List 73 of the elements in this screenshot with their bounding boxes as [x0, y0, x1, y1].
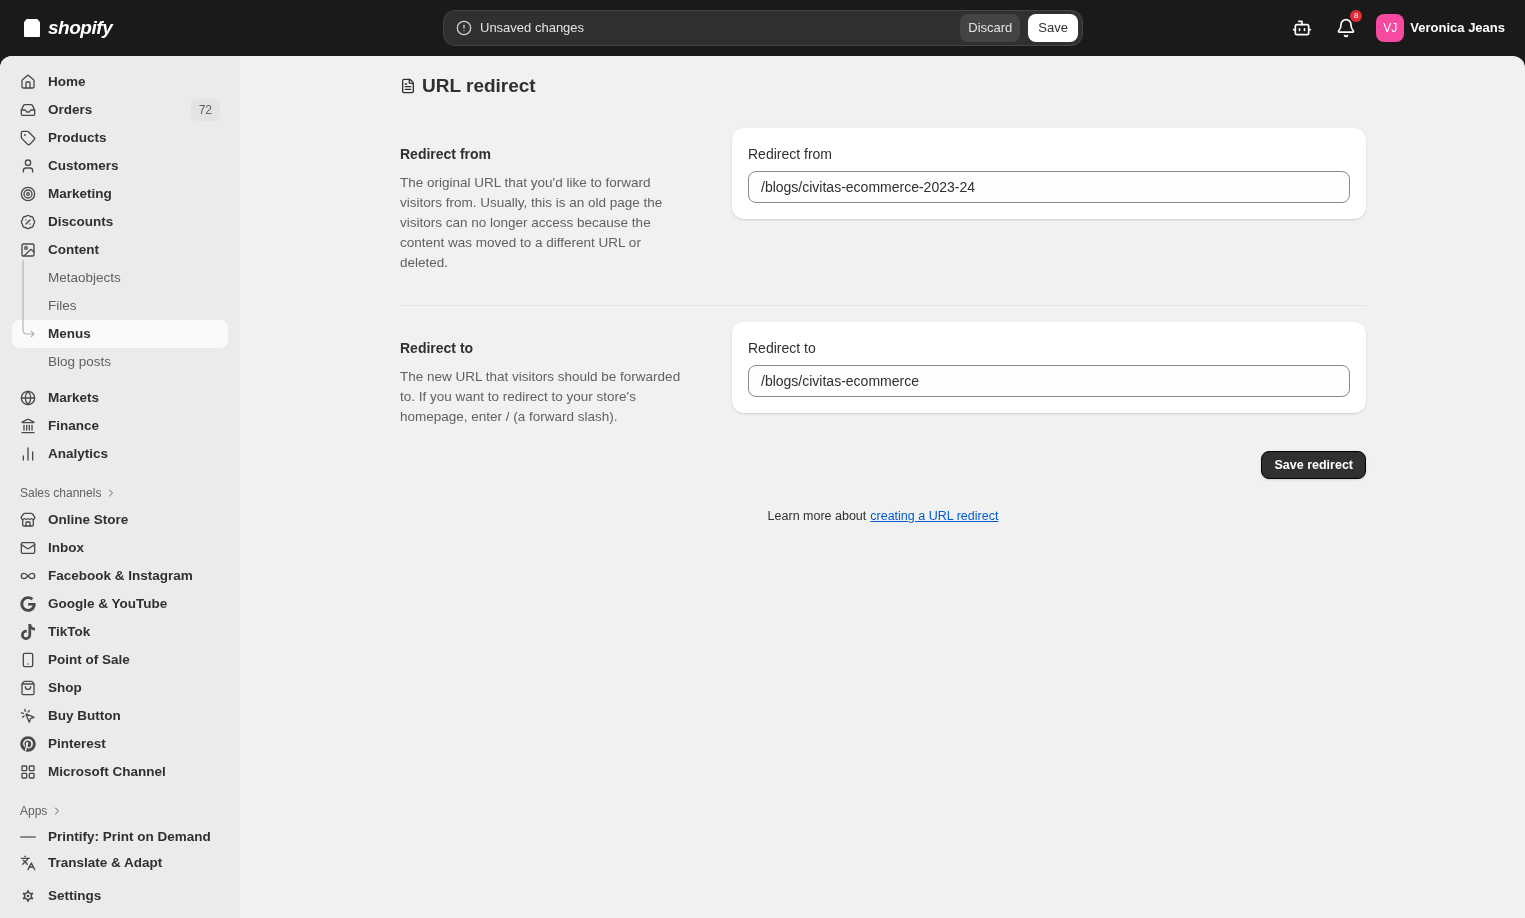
assistant-icon[interactable]: [1292, 18, 1313, 38]
sidebar-item[interactable]: Finance: [12, 412, 228, 440]
sidebar-item[interactable]: Shop: [12, 674, 228, 702]
image-icon: [20, 242, 36, 258]
help-text: Learn more about: [767, 508, 867, 525]
section-heading[interactable]: Sales channels: [12, 480, 228, 506]
sidebar-subitem[interactable]: Menus: [12, 320, 228, 348]
section-heading: Redirect from: [400, 145, 493, 164]
notification-count: 8: [1350, 10, 1363, 22]
section-heading: Redirect to: [400, 339, 475, 358]
percent-badge-icon: [20, 214, 36, 230]
field-label: Redirect to: [748, 339, 817, 358]
sidebar-item[interactable]: Discounts: [12, 208, 228, 236]
bag-icon: [20, 680, 36, 696]
house-icon: [20, 74, 36, 90]
p-letter-icon: [20, 736, 36, 752]
sidebar-subitem[interactable]: Files: [12, 292, 228, 320]
section-heading[interactable]: Apps: [12, 798, 228, 824]
sidebar-item[interactable]: Pinterest: [12, 730, 228, 758]
section-description: The new URL that visitors should be forwarded to. If you want to redirect to your store's homepage, enter / (a forward slash).: [400, 368, 682, 426]
envelope-icon: [20, 540, 36, 556]
sidebar-item[interactable]: Online Store: [12, 506, 228, 534]
translate-icon: [20, 855, 36, 871]
target-icon: [20, 186, 36, 202]
globe-icon: [20, 390, 36, 406]
input-field[interactable]: /blogs/civitas-ecommerce-2023-24: [748, 171, 1350, 203]
phone-icon: [20, 652, 36, 668]
sidebar-item[interactable]: Content: [12, 236, 228, 264]
sidebar-item[interactable]: Inbox: [12, 534, 228, 562]
sidebar-item[interactable]: Translate & Adapt: [12, 850, 228, 876]
section-description: The original URL that you'd like to forward visitors from. Usually, this is an old page the visitors can no longer access because the content was moved to a different URL or deleted.: [400, 174, 664, 272]
sidebar-item[interactable]: Customers: [12, 152, 228, 180]
sidebar-item[interactable]: Products: [12, 124, 228, 152]
tray-icon: [20, 102, 36, 118]
sidebar-item[interactable]: Orders 72: [12, 96, 228, 124]
sidebar-item[interactable]: Home: [12, 68, 228, 96]
sidebar-item[interactable]: Point of Sale: [12, 646, 228, 674]
sidebar-item[interactable]: Google & YouTube: [12, 590, 228, 618]
sidebar-item[interactable]: Printify: Print on Demand: [12, 824, 228, 850]
input-field[interactable]: /blogs/civitas-ecommerce: [748, 365, 1350, 397]
logo[interactable]: shopify: [48, 13, 113, 43]
save-button[interactable]: Save: [1028, 14, 1078, 42]
page-title: URL redirect: [422, 73, 536, 98]
sidebar-item[interactable]: Facebook & Instagram: [12, 562, 228, 590]
settings-icon: [20, 888, 36, 904]
help-link[interactable]: creating a URL redirect: [870, 507, 999, 526]
bell-icon[interactable]: [1336, 18, 1357, 38]
sidebar-subitem[interactable]: Metaobjects: [12, 264, 228, 292]
cursor-click-icon: [20, 708, 36, 724]
sidebar-item[interactable]: Analytics: [12, 440, 228, 468]
sidebar-item[interactable]: Marketing: [12, 180, 228, 208]
store-icon: [20, 512, 36, 528]
sidebar-item[interactable]: Buy Button: [12, 702, 228, 730]
sidebar-item[interactable]: Settings: [12, 882, 228, 910]
person-icon: [20, 158, 36, 174]
unsaved-message: Unsaved changes: [480, 19, 586, 38]
alert-icon: [456, 20, 472, 36]
discard-button[interactable]: Discard: [960, 14, 1021, 42]
bank-icon: [20, 418, 36, 434]
save-redirect-button[interactable]: Save redirect: [1261, 451, 1366, 479]
count-badge: 72: [190, 99, 220, 121]
g-letter-icon: [20, 596, 36, 612]
sidebar-item[interactable]: TikTok: [12, 618, 228, 646]
user-name[interactable]: Veronica Jeans: [1410, 18, 1505, 38]
field-label: Redirect from: [748, 145, 834, 164]
document-icon: [400, 78, 416, 94]
sidebar-subitem[interactable]: Blog posts: [12, 348, 228, 376]
sidebar-item[interactable]: Markets: [12, 384, 228, 412]
sidebar-item[interactable]: Microsoft Channel: [12, 758, 228, 786]
music-note-icon: [20, 624, 36, 640]
bar-chart-icon: [20, 446, 36, 462]
tag-icon: [20, 130, 36, 146]
grid-icon: [20, 764, 36, 780]
